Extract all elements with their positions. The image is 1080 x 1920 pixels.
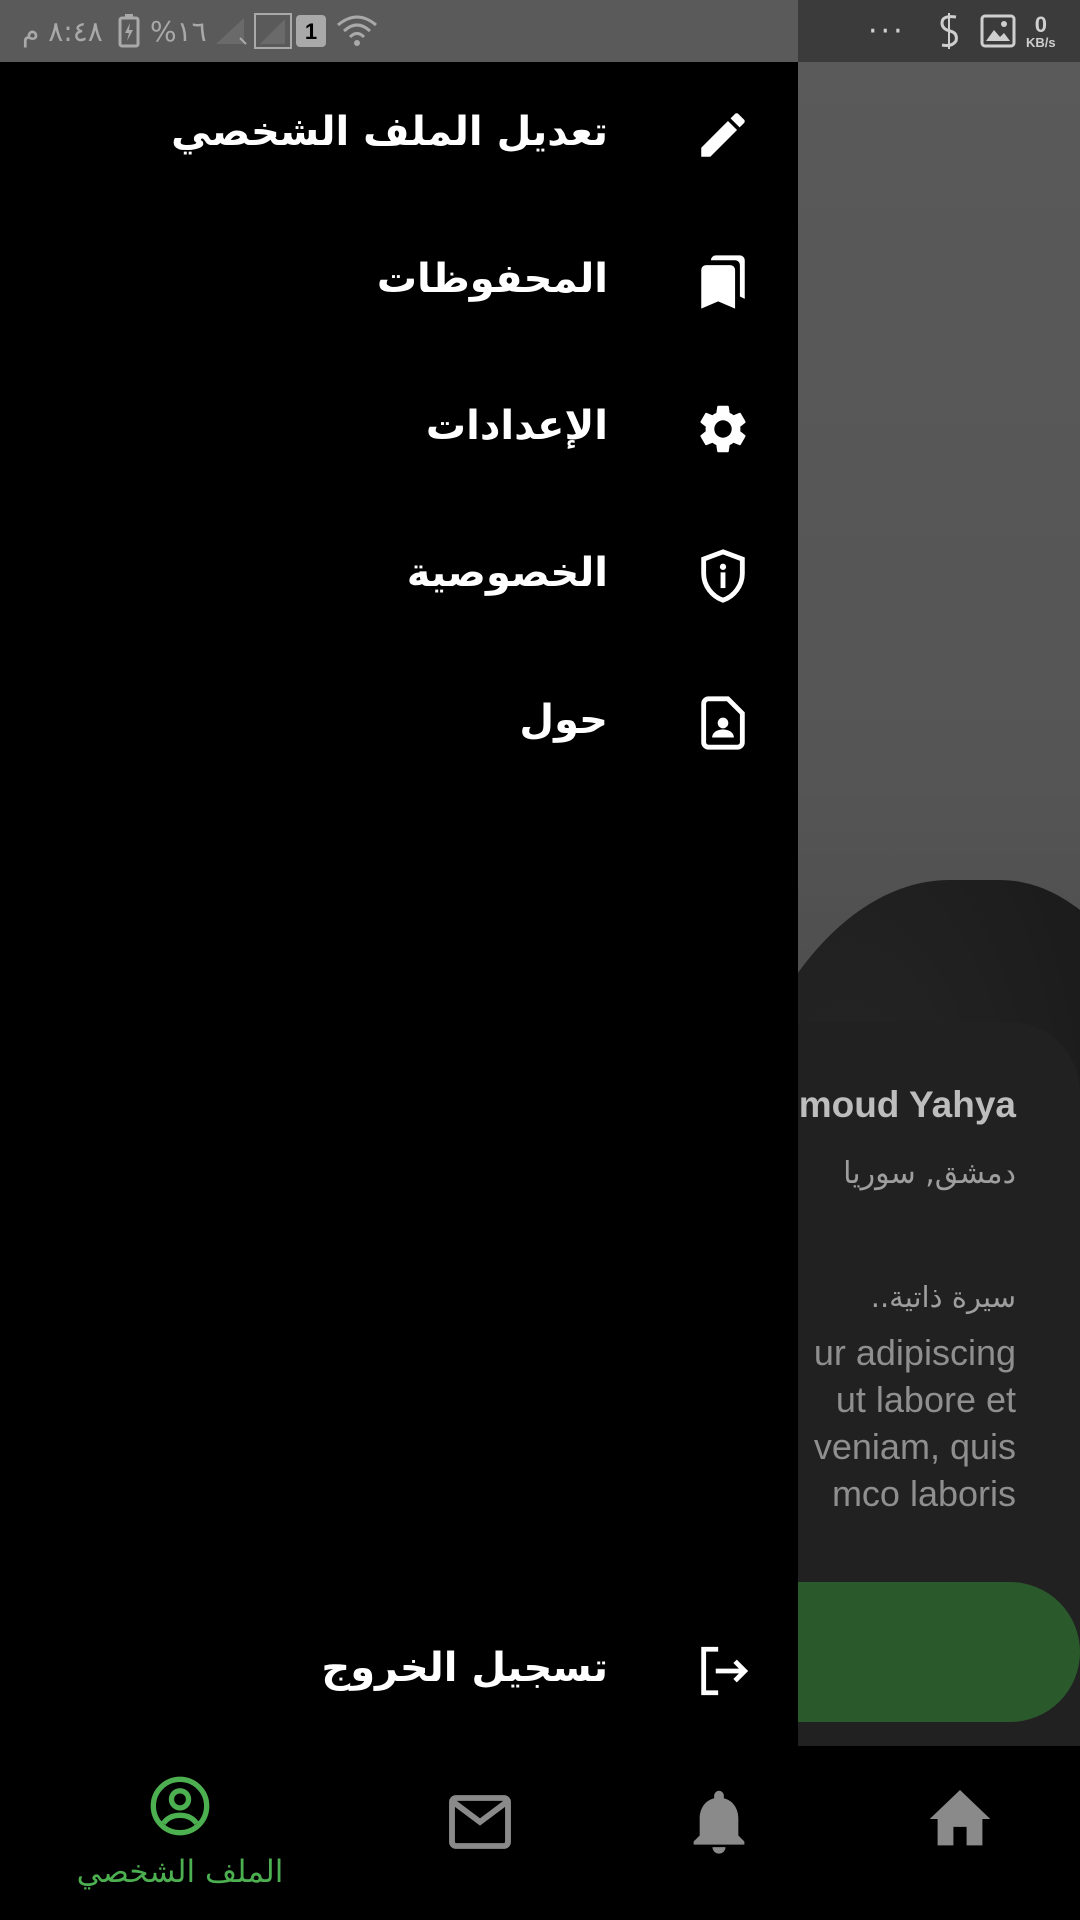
status-time: ٨:٤٨ م [22,14,103,48]
battery-percent: %١٦ [150,14,207,48]
contact-file-icon [694,694,752,752]
nav-profile-label: الملف الشخصي [76,1854,284,1890]
pencil-icon [694,106,752,164]
gallery-icon [980,0,1016,62]
gear-icon [694,400,752,458]
drawer-item-label: الخصوصية [406,550,608,596]
drawer-item-settings[interactable]: الإعدادات [0,366,798,486]
network-speed-value: 0 [1034,11,1047,37]
network-speed: 0 KB/s [1026,0,1056,62]
signal-icon [214,0,248,62]
home-icon [928,1790,992,1848]
drawer-item-label: المحفوظات [376,256,608,302]
drawer-item-saved[interactable]: المحفوظات [0,219,798,339]
logout-icon [694,1642,752,1700]
nav-messages[interactable] [440,1746,520,1920]
drawer-item-about[interactable]: حول [0,660,798,780]
drawer-item-privacy[interactable]: الخصوصية [0,513,798,633]
drawer-item-edit-profile[interactable]: تعديل الملف الشخصي [0,72,798,192]
navigation-drawer: تعديل الملف الشخصي المحفوظات الإعدادات ا… [0,62,798,1746]
profile-bio-line: veniam, quis [813,1426,1016,1467]
drawer-item-label: الإعدادات [425,403,608,449]
bell-icon [690,1788,748,1854]
drawer-item-label: تعديل الملف الشخصي [171,109,608,155]
status-bar: ٨:٤٨ م %١٦ 1 ··· 0 KB/s [0,0,1080,62]
nav-notifications[interactable] [680,1746,760,1920]
drawer-item-label: تسجيل الخروج [321,1645,608,1691]
signal-icon [254,0,292,62]
battery-charging-icon [118,0,140,62]
nav-profile[interactable]: الملف الشخصي [60,1746,300,1920]
sim-slot-icon: 1 [296,0,326,62]
network-speed-unit: KB/s [1026,34,1056,50]
bottom-navigation: الملف الشخصي [0,1746,1080,1920]
wifi-icon [336,0,378,62]
profile-bio-line: mco laboris [831,1473,1016,1514]
profile-bio-line: ur adipiscing [813,1332,1016,1373]
profile-location: دمشق, سوريا [843,1156,1016,1191]
app-notification-icon [934,0,964,62]
svg-text:1: 1 [305,19,317,44]
profile-bio-line: ut labore et [835,1379,1016,1420]
status-more-icon: ··· [868,13,906,49]
profile-bio-title: سيرة ذاتية.. [870,1280,1016,1314]
shield-info-icon [694,547,752,605]
drawer-item-label: حول [519,697,608,743]
drawer-item-logout[interactable]: تسجيل الخروج [0,1608,798,1728]
bookmarks-icon [694,253,752,311]
mail-icon [448,1794,512,1850]
nav-home[interactable] [920,1746,1000,1920]
account-circle-icon [148,1774,212,1838]
profile-name: moud Yahya [798,1084,1016,1125]
